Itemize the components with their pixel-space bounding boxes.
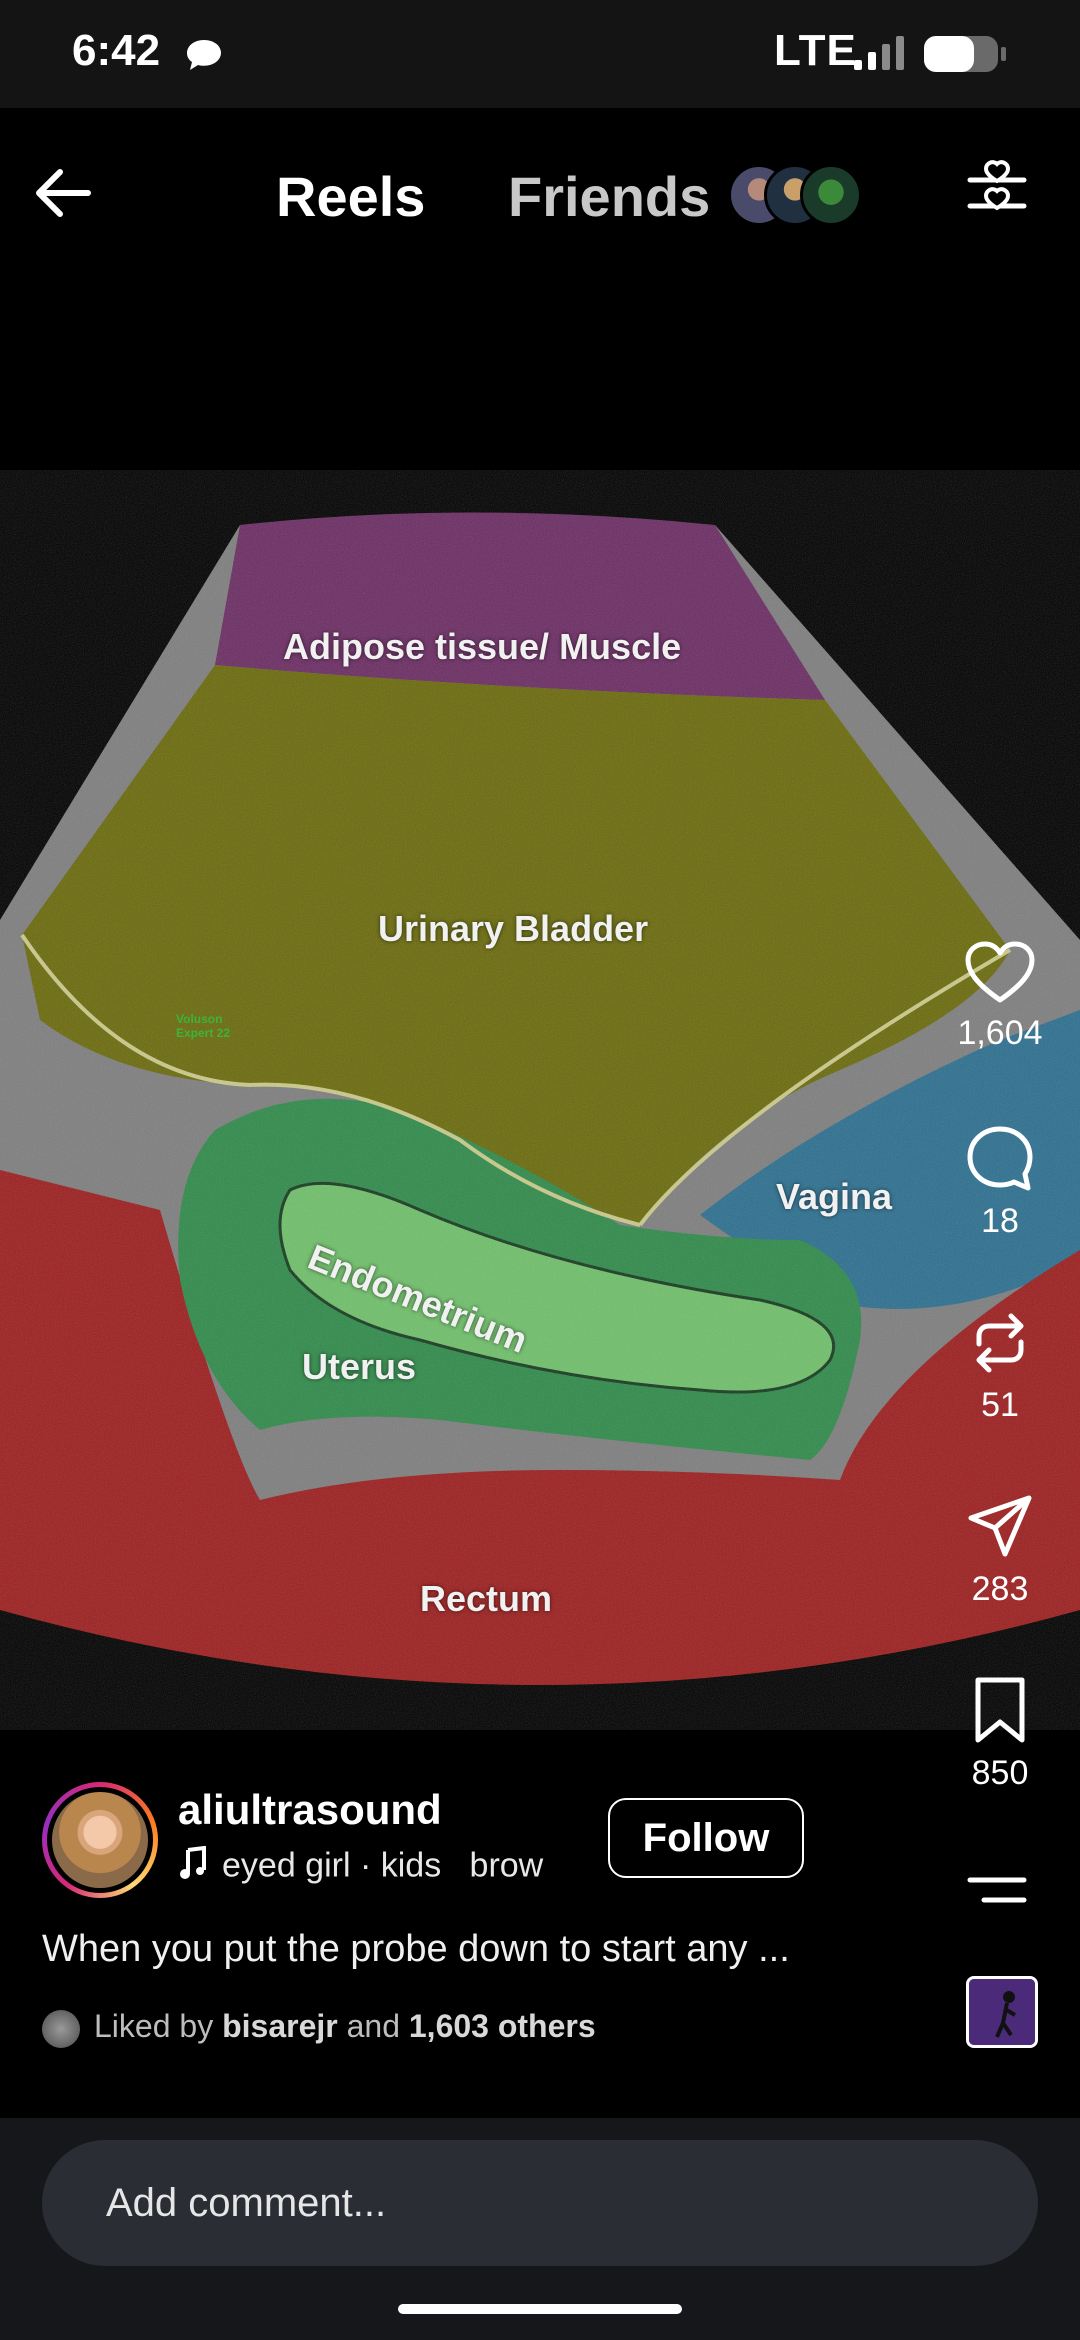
liked-by-row[interactable]: Liked by bisarejr and 1,603 others — [42, 2008, 596, 2048]
heart-icon — [965, 941, 1035, 1003]
story-ring[interactable] — [42, 1782, 158, 1898]
friends-avatar-stack[interactable] — [728, 164, 862, 226]
more-options-icon[interactable] — [964, 1868, 1034, 1918]
like-count: 1,604 — [957, 1014, 1043, 1052]
send-icon — [968, 1495, 1032, 1557]
audio-thumbnail[interactable] — [966, 1976, 1038, 2048]
share-button[interactable]: 283 — [940, 1492, 1060, 1609]
network-type: LTE — [774, 26, 857, 75]
tab-friends[interactable]: Friends — [508, 164, 710, 229]
status-bar: 6:42 LTE — [0, 0, 1080, 108]
signal-icon — [852, 34, 908, 77]
repost-button[interactable]: 51 — [940, 1308, 1060, 1425]
brand-line-2: Expert 22 — [176, 1026, 231, 1040]
author-row: aliultrasound eyed girl · kids brow Foll… — [42, 1780, 902, 1900]
brand-line-1: Voluson — [176, 1012, 223, 1026]
label-bladder: Urinary Bladder — [378, 908, 649, 949]
reel-video[interactable]: Voluson Expert 22 Adipose tissue/ Muscle… — [0, 470, 1080, 1730]
audio-title: eyed girl · kids brow — [222, 1846, 544, 1885]
comment-icon — [967, 1126, 1033, 1191]
liked-prefix: Liked by — [94, 2008, 214, 2044]
save-button[interactable]: 850 — [940, 1676, 1060, 1793]
audio-track[interactable]: eyed girl · kids brow — [178, 1846, 628, 1889]
battery-icon — [922, 34, 1008, 79]
filter-icon[interactable] — [962, 158, 1032, 228]
label-rectum: Rectum — [420, 1578, 553, 1619]
friend-avatar — [800, 164, 862, 226]
scanner-brand: Voluson Expert 22 — [176, 1012, 230, 1040]
chat-bubble-icon — [184, 38, 224, 77]
label-vagina: Vagina — [776, 1176, 893, 1217]
liked-others[interactable]: 1,603 others — [409, 2008, 596, 2044]
repost-count: 51 — [981, 1386, 1019, 1424]
liker-avatar — [42, 2009, 80, 2048]
label-uterus: Uterus — [302, 1346, 417, 1387]
comment-count: 18 — [981, 1202, 1019, 1240]
comment-button[interactable]: 18 — [940, 1124, 1060, 1241]
reels-header: Reels Friends — [0, 108, 1080, 278]
home-indicator[interactable] — [398, 2304, 682, 2314]
follow-button[interactable]: Follow — [608, 1798, 804, 1878]
avatar — [52, 1792, 148, 1888]
music-note-icon — [178, 1846, 206, 1889]
liked-user[interactable]: bisarejr — [222, 2008, 338, 2044]
repost-icon — [976, 1313, 1024, 1373]
comment-bar — [0, 2118, 1080, 2340]
label-adipose: Adipose tissue/ Muscle — [283, 626, 682, 667]
audio-cover-icon — [969, 1979, 1035, 2045]
liked-and: and — [346, 2008, 400, 2044]
comment-input[interactable] — [42, 2140, 1038, 2266]
share-count: 283 — [971, 1570, 1029, 1608]
back-arrow-icon[interactable] — [28, 158, 98, 228]
username[interactable]: aliultrasound — [178, 1786, 442, 1834]
bookmark-icon — [975, 1677, 1025, 1743]
status-time: 6:42 — [72, 26, 161, 75]
tab-reels[interactable]: Reels — [276, 164, 425, 229]
like-button[interactable]: 1,604 — [940, 940, 1060, 1053]
save-count: 850 — [971, 1754, 1029, 1792]
post-caption[interactable]: When you put the probe down to start any… — [42, 1928, 942, 1971]
